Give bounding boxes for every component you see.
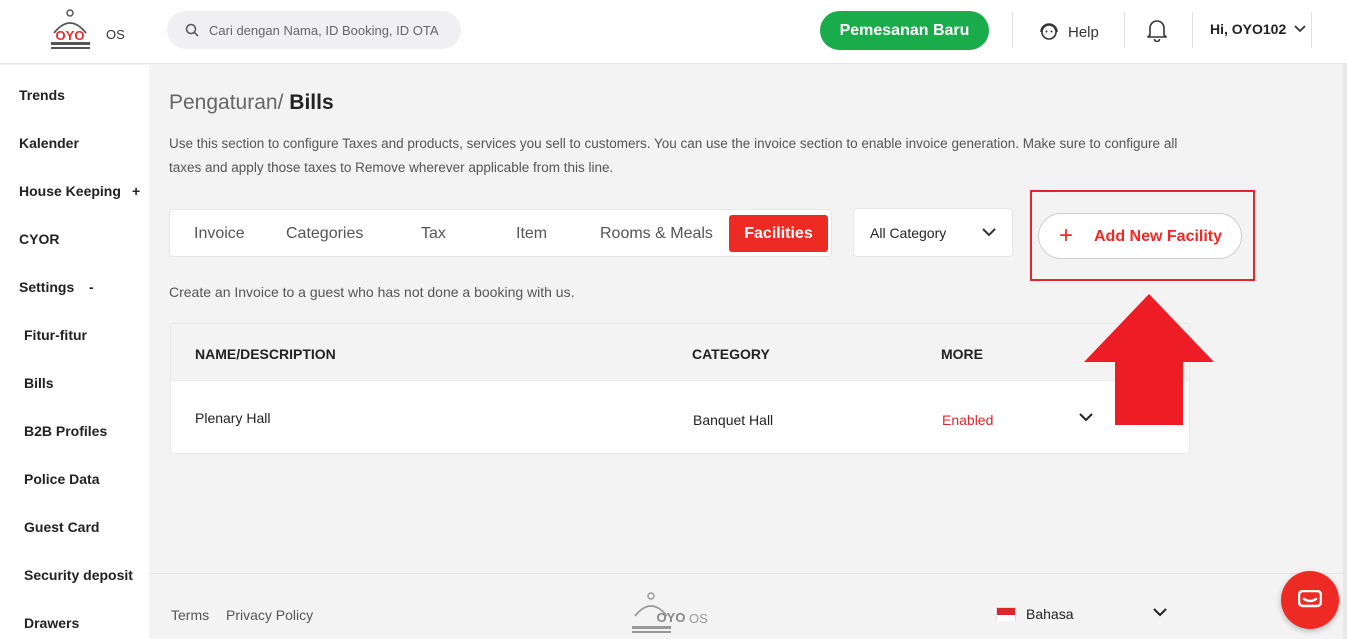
facilities-table: NAME/DESCRIPTION CATEGORY MORE Plenary H… [170, 323, 1190, 454]
top-header: OYO OS Cari dengan Nama, ID Booking, ID … [0, 0, 1347, 64]
tab-tax[interactable]: Tax [421, 210, 446, 256]
column-header-name: NAME/DESCRIPTION [195, 346, 336, 362]
sidebar-item-kalender[interactable]: Kalender [19, 135, 79, 151]
chat-widget-button[interactable] [1281, 571, 1339, 629]
sidebar-subitem-police-data[interactable]: Police Data [24, 471, 99, 487]
bills-tabs: Invoice Categories Tax Item Rooms & Meal… [169, 209, 832, 257]
search-bar[interactable]: Cari dengan Nama, ID Booking, ID OTA [167, 11, 461, 49]
search-icon [185, 23, 199, 37]
sidebar: Trends Kalender House Keeping + CYOR Set… [0, 65, 149, 639]
chevron-down-icon[interactable] [1153, 608, 1167, 617]
facility-category: Banquet Hall [693, 412, 774, 428]
help-button[interactable]: Help [1038, 19, 1099, 45]
divider [1012, 12, 1013, 48]
sidebar-item-trends[interactable]: Trends [19, 87, 65, 103]
notification-button[interactable] [1146, 18, 1168, 47]
logo-brand: OYO [56, 28, 85, 43]
user-greeting: Hi, OYO102 [1210, 21, 1287, 37]
sidebar-subitem-fitur-fitur[interactable]: Fitur-fitur [24, 327, 87, 343]
page-title: Bills [289, 91, 334, 114]
sidebar-subitem-security-deposit[interactable]: Security deposit [24, 567, 133, 583]
highlight-box [1030, 190, 1255, 281]
bell-icon [1147, 20, 1167, 43]
invoice-note: Create an Invoice to a guest who has not… [169, 284, 575, 300]
page-description: Use this section to configure Taxes and … [169, 136, 1178, 175]
facility-name: Plenary Hall [195, 410, 271, 426]
scrollbar[interactable] [1343, 64, 1347, 639]
category-select[interactable]: All Category [853, 208, 1013, 257]
logo-suffix: OS [106, 27, 125, 42]
sidebar-item-settings[interactable]: Settings [19, 279, 74, 295]
footer-oyo-os-logo: OYO OS [632, 592, 708, 633]
divider [1311, 12, 1312, 48]
tab-rooms-meals[interactable]: Rooms & Meals [600, 210, 713, 256]
language-select[interactable]: Bahasa [1026, 606, 1073, 622]
sidebar-subitem-guest-card[interactable]: Guest Card [24, 519, 99, 535]
divider [1192, 12, 1193, 48]
privacy-policy-link[interactable]: Privacy Policy [226, 607, 313, 623]
column-header-category: CATEGORY [692, 346, 770, 362]
sidebar-item-cyor[interactable]: CYOR [19, 231, 59, 247]
expand-icon[interactable]: + [132, 183, 140, 199]
sidebar-subitem-drawers[interactable]: Drawers [24, 615, 79, 631]
footer: Terms Privacy Policy OYO OS Bahasa [149, 573, 1347, 639]
tab-categories[interactable]: Categories [286, 210, 363, 256]
sidebar-item-house-keeping[interactable]: House Keeping [19, 183, 121, 199]
indonesia-flag-icon [996, 607, 1016, 621]
table-header: NAME/DESCRIPTION CATEGORY MORE [171, 324, 1189, 381]
search-input[interactable]: Cari dengan Nama, ID Booking, ID OTA [209, 23, 439, 38]
sidebar-subitem-bills[interactable]: Bills [24, 375, 54, 391]
chevron-down-icon [982, 228, 996, 237]
help-label: Help [1068, 23, 1099, 41]
category-select-value: All Category [870, 225, 947, 241]
collapse-icon[interactable]: - [89, 279, 94, 295]
chevron-down-icon [1294, 25, 1306, 33]
chat-icon [1298, 590, 1322, 608]
user-menu[interactable]: Hi, OYO102 [1210, 21, 1306, 37]
breadcrumb-parent[interactable]: Pengaturan/ [169, 91, 283, 114]
annotation-arrow-icon [1084, 294, 1214, 425]
column-header-more: MORE [941, 346, 983, 362]
sidebar-subitem-b2b-profiles[interactable]: B2B Profiles [24, 423, 107, 439]
support-agent-icon [1040, 23, 1058, 40]
footer-logo-brand: OYO [657, 610, 686, 625]
oyo-os-logo[interactable]: OYO OS [48, 9, 128, 53]
breadcrumb: Pengaturan/ Bills [169, 91, 334, 115]
new-booking-button[interactable]: Pemesanan Baru [820, 11, 989, 50]
tab-facilities[interactable]: Facilities [729, 215, 828, 252]
tab-invoice[interactable]: Invoice [194, 210, 245, 256]
terms-link[interactable]: Terms [171, 607, 209, 623]
facility-status: Enabled [942, 412, 994, 428]
footer-logo-suffix: OS [689, 611, 708, 626]
tab-item[interactable]: Item [516, 210, 547, 256]
divider [1124, 12, 1125, 48]
